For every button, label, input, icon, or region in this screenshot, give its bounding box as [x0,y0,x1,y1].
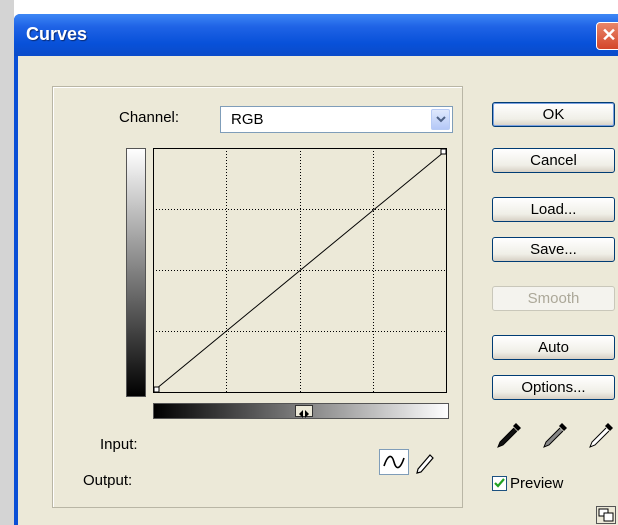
curve-point-white[interactable] [440,148,447,155]
expand-icon[interactable] [596,506,616,524]
ok-button[interactable]: OK [492,102,615,127]
white-eyedropper-icon[interactable] [586,420,616,450]
pencil-tool-button[interactable] [412,449,436,475]
window-title: Curves [26,24,88,44]
black-eyedropper-icon[interactable] [494,420,524,450]
cancel-button[interactable]: Cancel [492,148,615,173]
checkmark-icon [494,478,505,488]
channel-label: Channel: [119,109,180,126]
preview-label[interactable]: Preview [510,475,563,492]
auto-button[interactable]: Auto [492,335,615,360]
channel-select[interactable]: RGB [220,106,453,133]
curves-dialog: Curves ✕ Channel: RGB Input: Output: OK … [14,14,618,525]
channel-value: RGB [231,111,264,128]
curves-group: Channel: RGB Input: Output: [52,86,463,508]
curve-tool-icon [383,455,405,469]
gradient-toggle-icon[interactable] [295,405,313,418]
gray-eyedropper-icon[interactable] [540,420,570,450]
close-button[interactable]: ✕ [596,22,618,50]
curve-point-black[interactable] [153,386,160,393]
pencil-tool-icon [416,454,434,474]
preview-checkbox[interactable] [492,476,507,491]
load-button[interactable]: Load... [492,197,615,222]
output-label: Output: [83,472,133,489]
chevron-down-icon[interactable] [431,109,450,130]
title-bar[interactable]: Curves ✕ [14,14,618,56]
save-button[interactable]: Save... [492,237,615,262]
desktop-edge [0,0,14,525]
input-gradient-bar [153,403,449,419]
curve-graph[interactable] [153,148,447,393]
output-gradient-bar [126,148,146,397]
dialog-body: Channel: RGB Input: Output: OK Cancel Lo… [18,56,618,525]
input-label: Input: [100,436,138,453]
curve-tool-button[interactable] [379,449,409,475]
close-icon: ✕ [601,25,617,45]
smooth-button[interactable]: Smooth [492,286,615,311]
options-button[interactable]: Options... [492,375,615,400]
